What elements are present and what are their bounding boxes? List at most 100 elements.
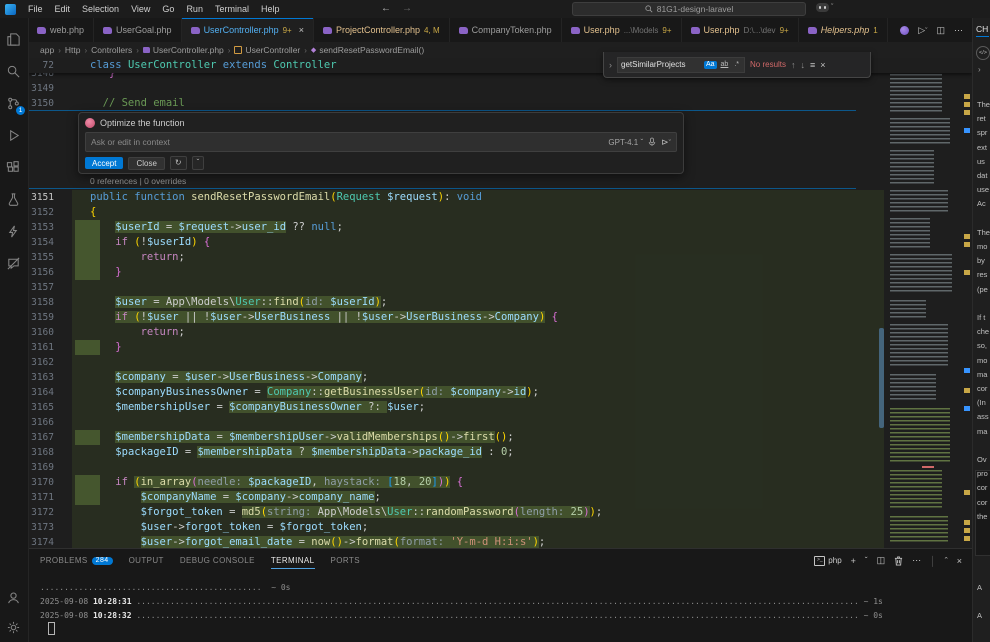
previous-match-icon[interactable]: ↑ <box>791 60 796 70</box>
line-number: 3159 <box>28 310 54 325</box>
line-number: 3168 <box>28 445 54 460</box>
run-debug-icon[interactable] <box>0 122 27 148</box>
run-file-button[interactable]: ▷ˇ <box>918 25 927 36</box>
testing-icon[interactable] <box>0 186 27 212</box>
menu-terminal[interactable]: Terminal <box>209 0 255 18</box>
breadcrumb-item[interactable]: UserController.php <box>143 45 224 55</box>
inline-chat-input[interactable]: Ask or edit in context GPT-4.1 ˇ ⊳ˇ <box>85 132 677 152</box>
menu-file[interactable]: File <box>22 0 49 18</box>
more-actions-icon[interactable]: ⋯ <box>954 25 963 36</box>
whole-word-toggle[interactable]: ab <box>719 61 731 69</box>
terminal-output[interactable]: ........................................… <box>40 581 960 641</box>
code-line: 3174 $user->forgot_email_date = now()->f… <box>28 535 972 548</box>
panel-actions: >_ php + ˇ ◫ ⋯ │ ˆ × <box>814 555 962 566</box>
explorer-icon[interactable] <box>0 26 27 52</box>
model-picker[interactable]: GPT-4.1 ˇ <box>608 138 643 147</box>
regex-toggle[interactable]: .* <box>732 61 741 69</box>
chat-panel-tab[interactable]: CH <box>976 24 989 37</box>
auxiliary-chat-panel[interactable]: CH </> › The ret spr ext us dat use Ac T… <box>972 18 990 642</box>
vscode-window: FileEditSelectionViewGoRunTerminalHelp ←… <box>0 0 990 642</box>
source-control-icon[interactable]: 1 <box>0 90 27 116</box>
nav-back-icon[interactable]: ← <box>381 0 391 18</box>
send-icon[interactable]: ⊳ˇ <box>661 137 671 148</box>
bottom-panel: PROBLEMS284 OUTPUT DEBUG CONSOLE TERMINAL PO… <box>28 548 972 642</box>
line-number: 3162 <box>28 355 54 370</box>
menu-help[interactable]: Help <box>255 0 286 18</box>
menu-run[interactable]: Run <box>180 0 209 18</box>
close-button[interactable]: Close <box>128 157 164 170</box>
breadcrumb-item[interactable]: app <box>40 45 54 55</box>
terminal-dropdown-icon[interactable]: ˇ <box>865 556 868 565</box>
tab-web.php[interactable]: web.php <box>28 18 94 42</box>
panel-tab-ports[interactable]: PORTS <box>331 556 360 568</box>
menu-edit[interactable]: Edit <box>49 0 77 18</box>
panel-tab-debug-console[interactable]: DEBUG CONSOLE <box>180 556 255 568</box>
find-widget-toggle-icon[interactable]: › <box>609 60 612 70</box>
tab-user.php[interactable]: User.php...\Models9+ <box>562 18 682 42</box>
copilot-menu-button[interactable]: ˇ <box>816 3 833 12</box>
split-terminal-icon[interactable]: ◫ <box>877 555 886 566</box>
code-text: $companyBusinessOwner = Company::getBusi… <box>90 385 539 400</box>
breadcrumb-item[interactable]: Http <box>65 45 81 55</box>
code-line: 3149 <box>28 81 972 96</box>
command-center-search[interactable]: 81G1-design-laravel <box>572 2 806 16</box>
kill-terminal-icon[interactable] <box>894 556 903 566</box>
regenerate-icon[interactable]: ↻ <box>170 156 187 170</box>
match-case-toggle[interactable]: Aa <box>704 61 717 69</box>
accept-button[interactable]: Accept <box>85 157 123 169</box>
copilot-edit-icon[interactable] <box>900 26 909 35</box>
lightning-extension-icon[interactable] <box>0 218 27 244</box>
maximize-panel-icon[interactable]: ˆ <box>945 556 948 566</box>
close-tab-icon[interactable]: × <box>299 25 304 35</box>
split-editor-icon[interactable]: ◫ <box>936 25 945 36</box>
codelens-references[interactable]: 0 references | 0 overrides <box>90 176 186 186</box>
tab-label: ProjectController.php <box>336 25 420 35</box>
menu-view[interactable]: View <box>125 0 156 18</box>
close-find-icon[interactable]: × <box>820 60 825 70</box>
ruler-mark-blue <box>964 368 970 373</box>
next-match-icon[interactable]: ↓ <box>801 60 806 70</box>
tab-projectcontroller.php[interactable]: ProjectController.php4, M <box>314 18 450 42</box>
chevron-down-icon[interactable]: ˇ <box>192 156 205 170</box>
close-panel-icon[interactable]: × <box>957 556 962 566</box>
code-line: 3172 $forgot_token = md5(string: App\Mod… <box>28 505 972 520</box>
editor-scrollbar[interactable] <box>879 328 884 428</box>
chevron-down-icon: ˇ <box>831 4 833 11</box>
tab-usercontroller.php[interactable]: UserController.php9+× <box>182 18 314 42</box>
code-line: 3163 $company = $user->UserBusiness->Com… <box>28 370 972 385</box>
new-terminal-icon[interactable]: + <box>851 556 856 566</box>
breadcrumb-item[interactable]: ◆sendResetPasswordEmail() <box>311 45 424 55</box>
panel-tab-problems[interactable]: PROBLEMS284 <box>40 556 113 568</box>
ruler-mark-yellow <box>964 102 970 107</box>
extensions-icon[interactable] <box>0 154 27 180</box>
breadcrumb-item[interactable]: Controllers <box>91 45 132 55</box>
account-icon[interactable] <box>0 584 27 610</box>
menu-go[interactable]: Go <box>156 0 180 18</box>
chat-disabled-icon[interactable] <box>0 250 27 276</box>
code-editor[interactable]: 3148 }31493150 // Send email3151public f… <box>28 58 972 548</box>
more-panel-actions-icon[interactable]: ⋯ <box>912 555 921 566</box>
tab-helpers.php[interactable]: Helpers.php1 <box>799 18 888 42</box>
sticky-line-number: 72 <box>28 58 54 73</box>
line-number: 3169 <box>28 460 54 475</box>
breadcrumb-item[interactable]: UserController <box>234 45 300 55</box>
ruler-mark-blue <box>964 406 970 411</box>
tab-user.php[interactable]: User.phpD:\...\dev9+ <box>682 18 799 42</box>
nav-forward-icon[interactable]: → <box>402 0 412 18</box>
tab-usergoal.php[interactable]: UserGoal.php <box>94 18 182 42</box>
minimap[interactable] <box>888 58 962 545</box>
panel-tab-output[interactable]: OUTPUT <box>129 556 164 568</box>
php-file-icon <box>37 27 46 34</box>
settings-gear-icon[interactable] <box>0 614 27 640</box>
search-sidebar-icon[interactable] <box>0 58 27 84</box>
find-in-selection-icon[interactable]: ≡ <box>810 60 815 70</box>
terminal-shell-label[interactable]: >_ php <box>814 556 841 566</box>
tab-label: web.php <box>50 25 84 35</box>
panel-tab-terminal[interactable]: TERMINAL <box>271 556 315 569</box>
find-input[interactable]: getSimilarProjects Aa ab .* <box>617 57 745 73</box>
microphone-icon[interactable] <box>648 137 656 147</box>
tab-companytoken.php[interactable]: CompanyToken.php <box>450 18 562 42</box>
php-file-icon <box>103 27 112 34</box>
menu-selection[interactable]: Selection <box>76 0 125 18</box>
minimap-code-block <box>890 324 948 368</box>
